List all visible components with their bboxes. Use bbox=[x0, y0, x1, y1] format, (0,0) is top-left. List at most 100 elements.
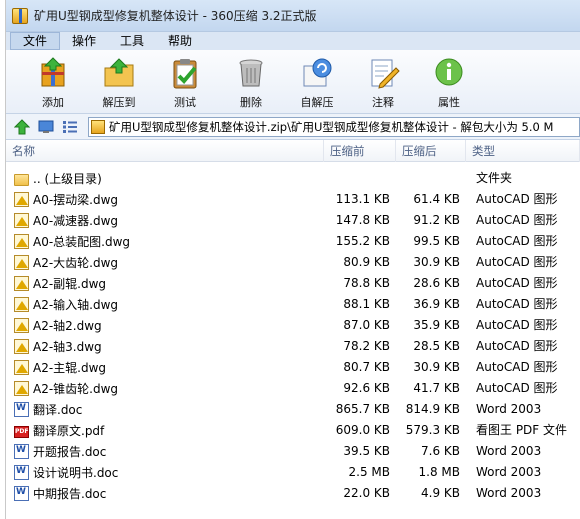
file-row[interactable]: A0-摆动梁.dwg 113.1 KB 61.4 KB AutoCAD 图形 bbox=[6, 189, 580, 210]
file-name-cell: A2-输入轴.dwg bbox=[6, 294, 324, 315]
file-row[interactable]: A0-总装配图.dwg 155.2 KB 99.5 KB AutoCAD 图形 bbox=[6, 231, 580, 252]
file-type: AutoCAD 图形 bbox=[476, 234, 558, 248]
file-size: 865.7 KB bbox=[335, 402, 390, 416]
file-packed-size: 36.9 KB bbox=[413, 297, 460, 311]
file-row[interactable]: .. (上级目录) 文件夹 bbox=[6, 168, 580, 189]
file-size: 155.2 KB bbox=[335, 234, 390, 248]
file-row[interactable]: A2-副辊.dwg 78.8 KB 28.6 KB AutoCAD 图形 bbox=[6, 273, 580, 294]
add-button[interactable]: 添加 bbox=[20, 50, 86, 113]
comment-button[interactable]: 注释 bbox=[350, 50, 416, 113]
address-path: 矿用U型钢成型修复机整体设计.zip\矿用U型钢成型修复机整体设计 - 解包大小… bbox=[109, 119, 554, 134]
file-size: 113.1 KB bbox=[335, 192, 390, 206]
file-size: 80.7 KB bbox=[343, 360, 390, 374]
file-name: A0-摆动梁.dwg bbox=[33, 193, 119, 207]
column-header-size[interactable]: 压缩前 bbox=[324, 139, 396, 162]
dwg-file-icon bbox=[14, 255, 29, 270]
file-size: 80.9 KB bbox=[343, 255, 390, 269]
file-name: A2-输入轴.dwg bbox=[33, 298, 119, 312]
menu-operation[interactable]: 操作 bbox=[60, 32, 108, 50]
file-packed-size: 7.6 KB bbox=[421, 444, 460, 458]
file-packed-size: 99.5 KB bbox=[413, 234, 460, 248]
menu-file[interactable]: 文件 bbox=[10, 32, 61, 50]
desktop-button[interactable] bbox=[36, 118, 56, 136]
menu-help[interactable]: 帮助 bbox=[156, 32, 204, 50]
file-packed-size: 28.5 KB bbox=[413, 339, 460, 353]
file-row[interactable]: 设计说明书.doc 2.5 MB 1.8 MB Word 2003 bbox=[6, 462, 580, 483]
file-row[interactable]: A2-轴2.dwg 87.0 KB 35.9 KB AutoCAD 图形 bbox=[6, 315, 580, 336]
properties-label: 属性 bbox=[438, 96, 460, 109]
doc-file-icon bbox=[14, 465, 29, 480]
file-name-cell: A2-主辊.dwg bbox=[6, 357, 324, 378]
desktop-icon bbox=[38, 120, 54, 133]
folder-file-icon bbox=[14, 173, 29, 186]
file-row[interactable]: A2-大齿轮.dwg 80.9 KB 30.9 KB AutoCAD 图形 bbox=[6, 252, 580, 273]
dwg-file-icon bbox=[14, 318, 29, 333]
doc-file-icon bbox=[14, 402, 29, 417]
file-name: A0-减速器.dwg bbox=[33, 214, 119, 228]
address-field[interactable]: 矿用U型钢成型修复机整体设计.zip\矿用U型钢成型修复机整体设计 - 解包大小… bbox=[88, 116, 580, 137]
archive-window: 矿用U型钢成型修复机整体设计 - 360压缩 3.2正式版 文件 操作 工具 帮… bbox=[6, 0, 580, 519]
file-packed-size: 28.6 KB bbox=[413, 276, 460, 290]
comment-label: 注释 bbox=[372, 96, 394, 109]
file-type: 看图王 PDF 文件 bbox=[476, 423, 568, 437]
file-type: 文件夹 bbox=[476, 171, 513, 185]
column-header-packed[interactable]: 压缩后 bbox=[396, 139, 466, 162]
properties-button[interactable]: 属性 bbox=[416, 50, 482, 113]
file-name-cell: A0-总装配图.dwg bbox=[6, 231, 324, 252]
file-packed-size: 4.9 KB bbox=[421, 486, 460, 500]
view-list-button[interactable] bbox=[60, 118, 80, 136]
column-header-row: 名称 压缩前 压缩后 类型 bbox=[6, 139, 580, 162]
file-row[interactable]: 翻译原文.pdf 609.0 KB 579.3 KB 看图王 PDF 文件 bbox=[6, 420, 580, 441]
extract-to-label: 解压到 bbox=[102, 96, 136, 109]
file-name: .. (上级目录) bbox=[33, 172, 102, 186]
comment-icon bbox=[371, 59, 400, 89]
file-row[interactable]: A2-输入轴.dwg 88.1 KB 36.9 KB AutoCAD 图形 bbox=[6, 294, 580, 315]
file-name-cell: A2-大齿轮.dwg bbox=[6, 252, 324, 273]
file-packed-size: 30.9 KB bbox=[413, 360, 460, 374]
file-name-cell: 中期报告.doc bbox=[6, 483, 324, 504]
column-header-type[interactable]: 类型 bbox=[466, 139, 580, 162]
file-size: 609.0 KB bbox=[335, 423, 390, 437]
file-size: 2.5 MB bbox=[348, 465, 390, 479]
file-row[interactable]: 翻译.doc 865.7 KB 814.9 KB Word 2003 bbox=[6, 399, 580, 420]
column-header-name[interactable]: 名称 bbox=[6, 139, 324, 162]
file-name: A2-轴3.dwg bbox=[33, 340, 102, 354]
list-view-icon bbox=[63, 120, 77, 133]
file-row[interactable]: 中期报告.doc 22.0 KB 4.9 KB Word 2003 bbox=[6, 483, 580, 504]
menu-tools[interactable]: 工具 bbox=[108, 32, 156, 50]
info-icon bbox=[435, 58, 463, 86]
file-type: AutoCAD 图形 bbox=[476, 318, 558, 332]
address-bar: 矿用U型钢成型修复机整体设计.zip\矿用U型钢成型修复机整体设计 - 解包大小… bbox=[6, 114, 580, 140]
file-row[interactable]: A2-主辊.dwg 80.7 KB 30.9 KB AutoCAD 图形 bbox=[6, 357, 580, 378]
doc-file-icon bbox=[14, 486, 29, 501]
up-level-button[interactable] bbox=[12, 118, 32, 136]
dwg-file-icon bbox=[14, 192, 29, 207]
file-row[interactable]: A2-锥齿轮.dwg 92.6 KB 41.7 KB AutoCAD 图形 bbox=[6, 378, 580, 399]
delete-button[interactable]: 删除 bbox=[218, 50, 284, 113]
file-row[interactable]: 开题报告.doc 39.5 KB 7.6 KB Word 2003 bbox=[6, 441, 580, 462]
self-extract-button[interactable]: 自解压 bbox=[284, 50, 350, 113]
file-name: 设计说明书.doc bbox=[33, 466, 119, 480]
self-extract-label: 自解压 bbox=[300, 96, 334, 109]
extract-to-button[interactable]: 解压到 bbox=[86, 50, 152, 113]
extract-to-icon bbox=[104, 58, 134, 87]
file-row[interactable]: A0-减速器.dwg 147.8 KB 91.2 KB AutoCAD 图形 bbox=[6, 210, 580, 231]
dwg-file-icon bbox=[14, 381, 29, 396]
file-name-cell: 翻译原文.pdf bbox=[6, 420, 324, 441]
file-packed-size: 35.9 KB bbox=[413, 318, 460, 332]
test-button[interactable]: 测试 bbox=[152, 50, 218, 113]
doc-file-icon bbox=[14, 444, 29, 459]
file-name: A2-副辊.dwg bbox=[33, 277, 107, 291]
file-name-cell: A2-副辊.dwg bbox=[6, 273, 324, 294]
dwg-file-icon bbox=[14, 213, 29, 228]
file-size: 78.2 KB bbox=[343, 339, 390, 353]
file-name: 中期报告.doc bbox=[33, 487, 107, 501]
file-packed-size: 814.9 KB bbox=[405, 402, 460, 416]
file-type: AutoCAD 图形 bbox=[476, 276, 558, 290]
file-size: 78.8 KB bbox=[343, 276, 390, 290]
file-name-cell: A0-减速器.dwg bbox=[6, 210, 324, 231]
title-bar[interactable]: 矿用U型钢成型修复机整体设计 - 360压缩 3.2正式版 bbox=[6, 0, 580, 32]
up-arrow-icon bbox=[14, 118, 30, 134]
file-row[interactable]: A2-轴3.dwg 78.2 KB 28.5 KB AutoCAD 图形 bbox=[6, 336, 580, 357]
file-type: Word 2003 bbox=[476, 402, 542, 416]
